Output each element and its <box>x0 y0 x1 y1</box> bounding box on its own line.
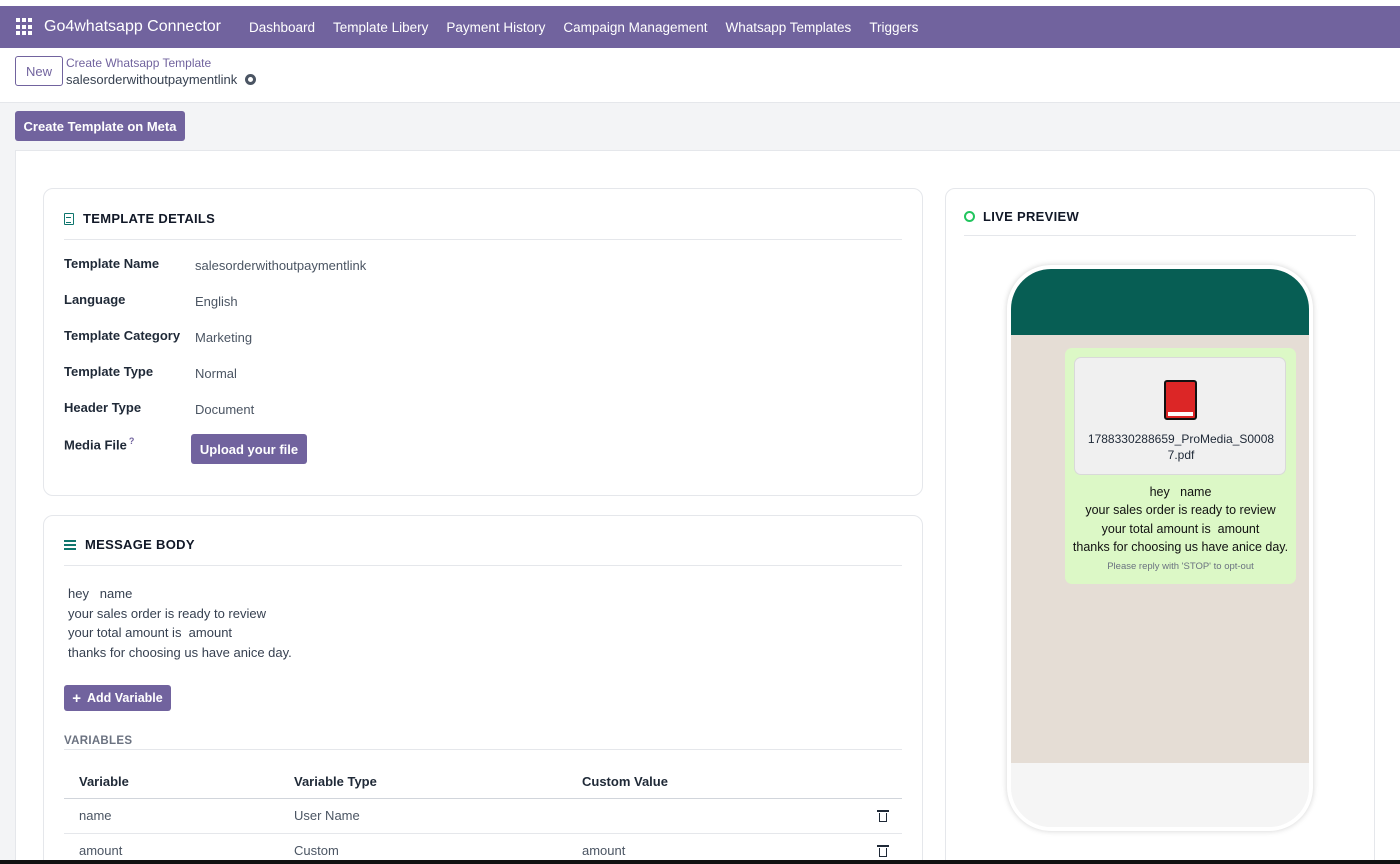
phone-footer <box>1011 763 1309 827</box>
plus-icon: + <box>72 689 82 707</box>
divider <box>964 235 1356 236</box>
nav-payment-history[interactable]: Payment History <box>446 20 545 35</box>
message-body-card: MESSAGE BODY hey name your sales order i… <box>43 515 923 864</box>
help-tooltip-icon[interactable]: ? <box>129 436 135 446</box>
optout-text: Please reply with 'STOP' to opt-out <box>1107 561 1254 572</box>
live-preview-header: LIVE PREVIEW <box>964 209 1079 224</box>
gear-icon[interactable] <box>245 74 257 85</box>
column-header[interactable]: Variable Type <box>294 774 377 789</box>
field-value[interactable]: Marketing <box>195 330 252 345</box>
live-preview-title: LIVE PREVIEW <box>983 209 1080 224</box>
create-template-on-meta-button[interactable]: Create Template on Meta <box>15 111 185 141</box>
add-variable-button[interactable]: + Add Variable <box>64 685 171 711</box>
apps-grid-icon[interactable] <box>16 18 34 36</box>
message-body-title: MESSAGE BODY <box>85 537 195 552</box>
column-header[interactable]: Custom Value <box>582 774 668 789</box>
field-header-type: Header Type Document <box>64 400 884 420</box>
divider <box>64 565 902 566</box>
variable-type-cell[interactable]: User Name <box>294 808 360 823</box>
phone-chat-area: 1788330288659_ProMedia_S00087.pdf hey na… <box>1011 335 1309 763</box>
field-value[interactable]: Normal <box>195 366 237 381</box>
variables-table: Variable Variable Type Custom Value name… <box>64 766 902 864</box>
add-variable-label: Add Variable <box>87 691 163 705</box>
table-header-row: Variable Variable Type Custom Value <box>64 766 902 799</box>
field-media-file: Media File? <box>64 436 884 456</box>
field-value[interactable]: Document <box>195 402 254 417</box>
variable-cell[interactable]: name <box>79 808 112 823</box>
field-label: Template Category <box>64 328 181 343</box>
whatsapp-icon <box>964 211 975 222</box>
document-filename: 1788330288659_ProMedia_S00087.pdf <box>1087 432 1275 462</box>
form-sheet: TEMPLATE DETAILS Template Name salesorde… <box>15 150 1400 864</box>
field-label: Language <box>64 292 126 307</box>
record-title: salesorderwithoutpaymentlink <box>66 72 257 87</box>
top-navbar: Go4whatsapp Connector Dashboard Template… <box>0 6 1400 48</box>
nav-template-library[interactable]: Template Libery <box>333 20 428 35</box>
breadcrumb[interactable]: Create Whatsapp Template <box>66 56 211 70</box>
trash-icon[interactable] <box>877 845 889 857</box>
column-header[interactable]: Variable <box>79 774 129 789</box>
bottom-strip <box>0 860 1400 864</box>
field-label: Template Type <box>64 364 154 379</box>
upload-file-button[interactable]: Upload your file <box>191 434 307 464</box>
document-icon <box>64 212 74 225</box>
bubble-text: hey name your sales order is ready to re… <box>1072 485 1289 554</box>
record-title-text: salesorderwithoutpaymentlink <box>66 72 238 87</box>
field-label: Template Name <box>64 256 160 271</box>
table-row[interactable]: name User Name <box>64 799 902 834</box>
divider <box>64 239 902 240</box>
live-preview-card: LIVE PREVIEW 1788330288659_ProMedia_S000… <box>945 188 1375 864</box>
phone-mockup: 1788330288659_ProMedia_S00087.pdf hey na… <box>1007 265 1313 831</box>
field-label: Header Type <box>64 400 142 415</box>
custom-value-cell[interactable]: amount <box>582 843 625 858</box>
field-template-category: Template Category Marketing <box>64 328 884 348</box>
new-button[interactable]: New <box>15 56 63 86</box>
field-label: Media File? <box>64 436 134 452</box>
app-brand[interactable]: Go4whatsapp Connector <box>44 18 221 36</box>
nav-whatsapp-templates[interactable]: Whatsapp Templates <box>725 20 851 35</box>
template-details-card: TEMPLATE DETAILS Template Name salesorde… <box>43 188 923 496</box>
divider <box>64 749 902 750</box>
nav-triggers[interactable]: Triggers <box>869 20 918 35</box>
field-value[interactable]: salesorderwithoutpaymentlink <box>195 258 366 273</box>
message-body-header: MESSAGE BODY <box>64 537 195 552</box>
message-body-text[interactable]: hey name your sales order is ready to re… <box>68 584 292 662</box>
nav-dashboard[interactable]: Dashboard <box>249 20 315 35</box>
pdf-book-icon <box>1164 380 1197 420</box>
nav-campaign-management[interactable]: Campaign Management <box>563 20 707 35</box>
template-details-header: TEMPLATE DETAILS <box>64 211 215 226</box>
media-file-label: Media File <box>64 437 127 453</box>
field-template-type: Template Type Normal <box>64 364 884 384</box>
phone-chat-header <box>1011 269 1309 335</box>
template-details-title: TEMPLATE DETAILS <box>83 211 216 226</box>
field-value[interactable]: English <box>195 294 238 309</box>
document-attachment[interactable]: 1788330288659_ProMedia_S00087.pdf <box>1074 357 1286 475</box>
list-icon <box>64 539 76 550</box>
field-template-name: Template Name salesorderwithoutpaymentli… <box>64 256 884 276</box>
trash-icon[interactable] <box>877 810 889 822</box>
field-language: Language English <box>64 292 884 312</box>
variables-title: VARIABLES <box>64 735 133 747</box>
message-bubble: 1788330288659_ProMedia_S00087.pdf hey na… <box>1065 348 1296 584</box>
control-panel: New Create Whatsapp Template salesorderw… <box>0 48 1400 103</box>
variable-type-cell[interactable]: Custom <box>294 843 339 858</box>
variable-cell[interactable]: amount <box>79 843 122 858</box>
